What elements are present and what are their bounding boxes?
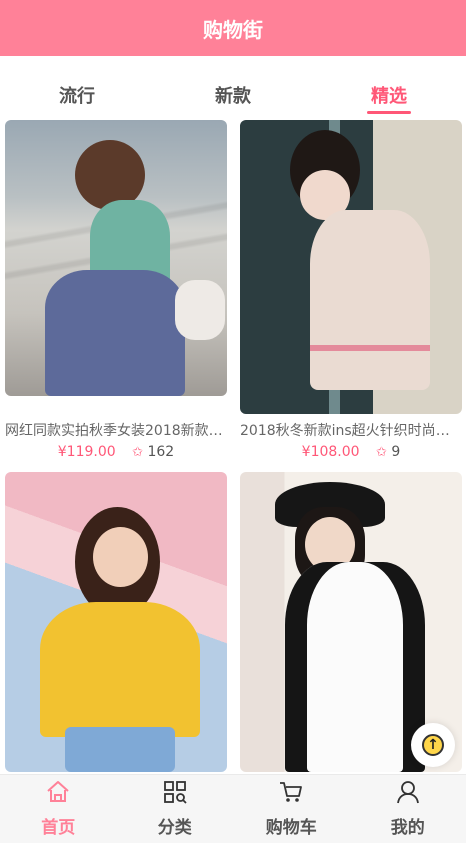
nav-bar: 购物街: [0, 0, 466, 56]
tabbar-profile[interactable]: 我的: [350, 775, 466, 844]
tab-popular[interactable]: 流行: [59, 82, 95, 108]
goods-collect-count: 9: [391, 444, 400, 460]
goods-meta: ¥119.00 ✩ 162: [5, 444, 227, 460]
home-icon: [45, 779, 71, 805]
tabbar-label: 分类: [158, 813, 192, 838]
goods-collect-count: 162: [147, 444, 174, 460]
goods-item[interactable]: 2018秋冬新款ins超火针织时尚套装裙 ¥108.00 ✩ 9: [240, 120, 462, 414]
tabbar-category[interactable]: 分类: [117, 775, 234, 844]
arrow-up-icon: ↑: [422, 734, 444, 756]
tabbar-cart[interactable]: 购物车: [233, 775, 350, 844]
goods-item[interactable]: 网红同款实拍秋季女装2018新款针织上衣+格子半身裙两件套 ¥119.00 ✩ …: [5, 120, 227, 396]
tabbar-label: 首页: [41, 813, 75, 838]
bottom-tab-bar: 首页 分类 购物车 我的: [0, 774, 466, 843]
goods-image[interactable]: [5, 472, 227, 772]
goods-price: ¥108.00: [302, 444, 360, 460]
tabbar-label: 购物车: [266, 813, 317, 838]
tabbar-home[interactable]: 首页: [0, 775, 117, 844]
star-icon: ✩: [132, 445, 143, 460]
goods-image[interactable]: [5, 120, 227, 396]
category-icon: [162, 779, 188, 805]
goods-item[interactable]: [5, 472, 227, 772]
page-title: 购物街: [203, 14, 263, 43]
tab-selected[interactable]: 精选: [371, 82, 407, 108]
goods-image[interactable]: [240, 120, 462, 414]
cart-icon: [278, 779, 304, 805]
goods-meta: ¥108.00 ✩ 9: [240, 444, 462, 460]
tab-new[interactable]: 新款: [215, 82, 251, 108]
tab-control: 流行 新款 精选: [0, 56, 466, 120]
star-icon: ✩: [376, 445, 387, 460]
tabbar-label: 我的: [391, 813, 425, 838]
goods-price: ¥119.00: [58, 444, 116, 460]
profile-icon: [395, 779, 421, 805]
goods-title: 2018秋冬新款ins超火针织时尚套装裙: [240, 420, 462, 440]
back-top-button[interactable]: ↑: [411, 723, 455, 767]
goods-title: 网红同款实拍秋季女装2018新款针织上衣+格子半身裙两件套: [5, 420, 227, 440]
